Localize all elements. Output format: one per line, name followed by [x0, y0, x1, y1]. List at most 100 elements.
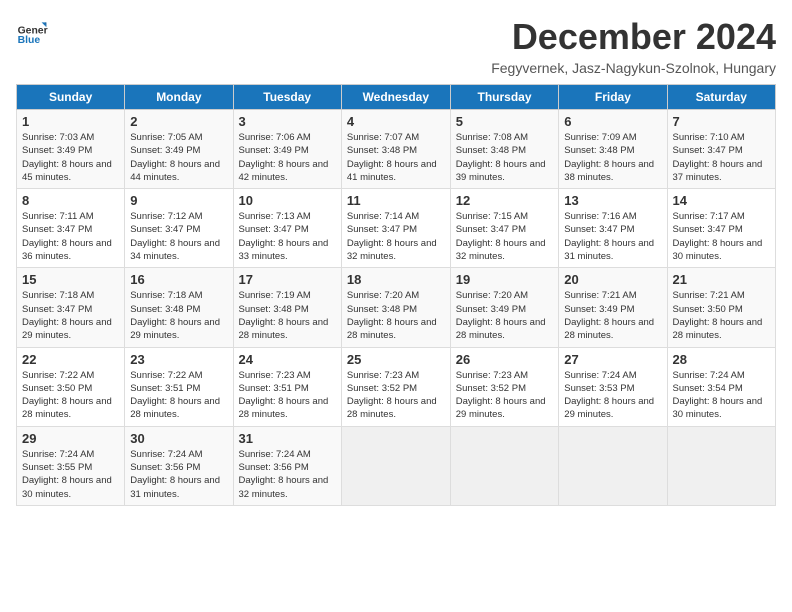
day-info: Sunrise: 7:07 AMSunset: 3:48 PMDaylight:… — [347, 131, 445, 184]
calendar-day-cell — [559, 426, 667, 505]
calendar-day-cell: 13 Sunrise: 7:16 AMSunset: 3:47 PMDayligh… — [559, 189, 667, 268]
day-number: 5 — [456, 114, 554, 129]
calendar-day-cell: 18 Sunrise: 7:20 AMSunset: 3:48 PMDayligh… — [341, 268, 450, 347]
calendar-day-cell: 14Sunrise: 7:17 AMSunset: 3:47 PMDayligh… — [667, 189, 776, 268]
day-info: Sunrise: 7:08 AMSunset: 3:48 PMDaylight:… — [456, 131, 554, 184]
days-of-week-row: SundayMondayTuesdayWednesdayThursdayFrid… — [17, 85, 776, 110]
day-number: 1 — [22, 114, 119, 129]
calendar-day-cell: 24 Sunrise: 7:23 AMSunset: 3:51 PMDayligh… — [233, 347, 341, 426]
day-info: Sunrise: 7:24 AMSunset: 3:53 PMDaylight:… — [564, 369, 661, 422]
day-number: 27 — [564, 352, 661, 367]
day-info: Sunrise: 7:20 AMSunset: 3:48 PMDaylight:… — [347, 289, 445, 342]
day-info: Sunrise: 7:24 AMSunset: 3:54 PMDaylight:… — [673, 369, 771, 422]
calendar-title: December 2024 — [491, 16, 776, 58]
calendar-day-cell: 26 Sunrise: 7:23 AMSunset: 3:52 PMDayligh… — [450, 347, 559, 426]
calendar-day-cell: 7 Sunrise: 7:10 AMSunset: 3:47 PMDaylight… — [667, 110, 776, 189]
day-of-week-header: Saturday — [667, 85, 776, 110]
day-number: 21 — [673, 272, 771, 287]
calendar-day-cell: 1Sunrise: 7:03 AMSunset: 3:49 PMDaylight… — [17, 110, 125, 189]
day-number: 20 — [564, 272, 661, 287]
day-number: 26 — [456, 352, 554, 367]
day-number: 12 — [456, 193, 554, 208]
day-info: Sunrise: 7:12 AMSunset: 3:47 PMDaylight:… — [130, 210, 227, 263]
day-number: 2 — [130, 114, 227, 129]
day-number: 31 — [239, 431, 336, 446]
day-number: 6 — [564, 114, 661, 129]
calendar-day-cell: 15 Sunrise: 7:18 AMSunset: 3:47 PMDayligh… — [17, 268, 125, 347]
calendar-day-cell: 3Sunrise: 7:06 AMSunset: 3:49 PMDaylight… — [233, 110, 341, 189]
calendar-day-cell: 25Sunrise: 7:23 AMSunset: 3:52 PMDayligh… — [341, 347, 450, 426]
day-info: Sunrise: 7:18 AMSunset: 3:47 PMDaylight:… — [22, 289, 119, 342]
day-number: 4 — [347, 114, 445, 129]
calendar-week-row: 15 Sunrise: 7:18 AMSunset: 3:47 PMDayligh… — [17, 268, 776, 347]
day-number: 14 — [673, 193, 771, 208]
calendar-day-cell: 5 Sunrise: 7:08 AMSunset: 3:48 PMDaylight… — [450, 110, 559, 189]
calendar-day-cell: 17 Sunrise: 7:19 AMSunset: 3:48 PMDayligh… — [233, 268, 341, 347]
day-info: Sunrise: 7:16 AMSunset: 3:47 PMDaylight:… — [564, 210, 661, 263]
calendar-day-cell: 20 Sunrise: 7:21 AMSunset: 3:49 PMDayligh… — [559, 268, 667, 347]
calendar-day-cell — [450, 426, 559, 505]
day-info: Sunrise: 7:21 AMSunset: 3:49 PMDaylight:… — [564, 289, 661, 342]
calendar-day-cell: 4 Sunrise: 7:07 AMSunset: 3:48 PMDaylight… — [341, 110, 450, 189]
day-of-week-header: Wednesday — [341, 85, 450, 110]
calendar-day-cell: 11Sunrise: 7:14 AMSunset: 3:47 PMDayligh… — [341, 189, 450, 268]
logo: General Blue — [16, 16, 50, 48]
day-number: 29 — [22, 431, 119, 446]
day-info: Sunrise: 7:15 AMSunset: 3:47 PMDaylight:… — [456, 210, 554, 263]
day-number: 8 — [22, 193, 119, 208]
day-info: Sunrise: 7:18 AMSunset: 3:48 PMDaylight:… — [130, 289, 227, 342]
day-of-week-header: Tuesday — [233, 85, 341, 110]
day-number: 15 — [22, 272, 119, 287]
logo-icon: General Blue — [16, 16, 48, 48]
day-info: Sunrise: 7:19 AMSunset: 3:48 PMDaylight:… — [239, 289, 336, 342]
day-info: Sunrise: 7:22 AMSunset: 3:51 PMDaylight:… — [130, 369, 227, 422]
calendar-day-cell: 29Sunrise: 7:24 AMSunset: 3:55 PMDayligh… — [17, 426, 125, 505]
day-info: Sunrise: 7:14 AMSunset: 3:47 PMDaylight:… — [347, 210, 445, 263]
calendar-day-cell: 28 Sunrise: 7:24 AMSunset: 3:54 PMDayligh… — [667, 347, 776, 426]
day-number: 28 — [673, 352, 771, 367]
day-info: Sunrise: 7:21 AMSunset: 3:50 PMDaylight:… — [673, 289, 771, 342]
calendar-day-cell: 2Sunrise: 7:05 AMSunset: 3:49 PMDaylight… — [125, 110, 233, 189]
day-info: Sunrise: 7:24 AMSunset: 3:56 PMDaylight:… — [130, 448, 227, 501]
day-info: Sunrise: 7:11 AMSunset: 3:47 PMDaylight:… — [22, 210, 119, 263]
day-info: Sunrise: 7:13 AMSunset: 3:47 PMDaylight:… — [239, 210, 336, 263]
day-number: 9 — [130, 193, 227, 208]
calendar-day-cell: 23 Sunrise: 7:22 AMSunset: 3:51 PMDayligh… — [125, 347, 233, 426]
day-number: 7 — [673, 114, 771, 129]
calendar-body: 1Sunrise: 7:03 AMSunset: 3:49 PMDaylight… — [17, 110, 776, 506]
calendar-day-cell: 27 Sunrise: 7:24 AMSunset: 3:53 PMDayligh… — [559, 347, 667, 426]
calendar-day-cell: 19 Sunrise: 7:20 AMSunset: 3:49 PMDayligh… — [450, 268, 559, 347]
day-info: Sunrise: 7:24 AMSunset: 3:56 PMDaylight:… — [239, 448, 336, 501]
day-of-week-header: Sunday — [17, 85, 125, 110]
calendar-day-cell: 8 Sunrise: 7:11 AMSunset: 3:47 PMDaylight… — [17, 189, 125, 268]
day-number: 10 — [239, 193, 336, 208]
svg-text:Blue: Blue — [18, 35, 41, 46]
day-info: Sunrise: 7:20 AMSunset: 3:49 PMDaylight:… — [456, 289, 554, 342]
day-info: Sunrise: 7:23 AMSunset: 3:51 PMDaylight:… — [239, 369, 336, 422]
day-of-week-header: Thursday — [450, 85, 559, 110]
calendar-week-row: 8 Sunrise: 7:11 AMSunset: 3:47 PMDaylight… — [17, 189, 776, 268]
day-number: 18 — [347, 272, 445, 287]
calendar-table: SundayMondayTuesdayWednesdayThursdayFrid… — [16, 84, 776, 506]
day-number: 23 — [130, 352, 227, 367]
calendar-week-row: 29Sunrise: 7:24 AMSunset: 3:55 PMDayligh… — [17, 426, 776, 505]
day-of-week-header: Monday — [125, 85, 233, 110]
day-number: 13 — [564, 193, 661, 208]
day-number: 30 — [130, 431, 227, 446]
day-info: Sunrise: 7:10 AMSunset: 3:47 PMDaylight:… — [673, 131, 771, 184]
day-info: Sunrise: 7:23 AMSunset: 3:52 PMDaylight:… — [456, 369, 554, 422]
day-number: 19 — [456, 272, 554, 287]
calendar-week-row: 22Sunrise: 7:22 AMSunset: 3:50 PMDayligh… — [17, 347, 776, 426]
calendar-day-cell: 10 Sunrise: 7:13 AMSunset: 3:47 PMDayligh… — [233, 189, 341, 268]
calendar-day-cell: 12 Sunrise: 7:15 AMSunset: 3:47 PMDayligh… — [450, 189, 559, 268]
calendar-week-row: 1Sunrise: 7:03 AMSunset: 3:49 PMDaylight… — [17, 110, 776, 189]
page-header: General Blue December 2024 Fegyvernek, J… — [16, 16, 776, 76]
day-number: 3 — [239, 114, 336, 129]
day-info: Sunrise: 7:09 AMSunset: 3:48 PMDaylight:… — [564, 131, 661, 184]
day-number: 17 — [239, 272, 336, 287]
calendar-day-cell: 31 Sunrise: 7:24 AMSunset: 3:56 PMDayligh… — [233, 426, 341, 505]
day-number: 24 — [239, 352, 336, 367]
calendar-day-cell: 30 Sunrise: 7:24 AMSunset: 3:56 PMDayligh… — [125, 426, 233, 505]
calendar-day-cell: 21 Sunrise: 7:21 AMSunset: 3:50 PMDayligh… — [667, 268, 776, 347]
calendar-day-cell: 16Sunrise: 7:18 AMSunset: 3:48 PMDayligh… — [125, 268, 233, 347]
